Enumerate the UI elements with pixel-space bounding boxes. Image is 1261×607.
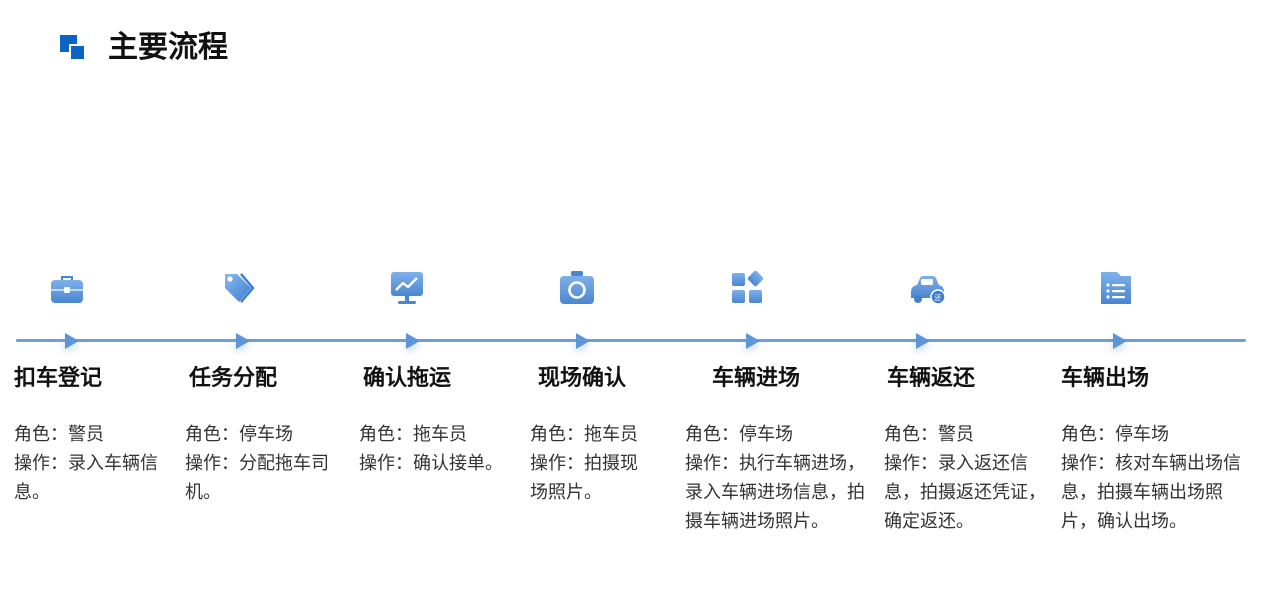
step-operation: 操作：录入车辆信息。: [14, 453, 158, 503]
monitor-chart-icon: [387, 268, 427, 308]
timeline-arrow: [406, 333, 420, 349]
step-title: 任务分配: [189, 366, 278, 391]
tag-icon: [217, 268, 257, 308]
page-title: 主要流程: [108, 30, 228, 65]
step-operation: 操作：核对车辆出场信息，拍摄车辆出场照片，确认出场。: [1061, 453, 1241, 532]
step-role: 角色：警员: [884, 424, 974, 445]
svg-text:还: 还: [935, 294, 942, 302]
step-role: 角色：停车场: [685, 424, 793, 445]
timeline-arrow: [1113, 333, 1127, 349]
timeline-arrow: [916, 333, 930, 349]
apps-grid-icon: [727, 268, 767, 308]
timeline-arrow: [65, 333, 79, 349]
timeline-arrow: [746, 333, 760, 349]
timeline-arrow: [576, 333, 590, 349]
step-operation: 操作：执行车辆进场，录入车辆进场信息，拍摄车辆进场照片。: [685, 453, 865, 532]
step-operation: 操作：分配拖车司机。: [185, 453, 329, 503]
document-list-icon: [1096, 268, 1136, 308]
camera-icon: [557, 268, 597, 308]
step-role: 角色：拖车员: [359, 424, 467, 445]
step-role: 角色：停车场: [185, 424, 293, 445]
timeline-arrow: [236, 333, 250, 349]
step-title: 现场确认: [538, 366, 627, 391]
step-role: 角色：停车场: [1061, 424, 1169, 445]
step-title: 确认拖运: [363, 366, 452, 391]
step-operation: 操作：录入返还信息，拍摄返还凭证，确定返还。: [884, 453, 1046, 532]
car-return-icon: 还: [907, 268, 947, 308]
briefcase-icon: [47, 268, 87, 308]
step-operation: 操作：拍摄现场照片。: [530, 453, 638, 503]
step-role: 角色：拖车员: [530, 424, 638, 445]
step-operation: 操作：确认接单。: [359, 453, 503, 474]
step-title: 车辆返还: [887, 366, 976, 391]
step-title: 车辆进场: [712, 366, 801, 391]
title-square-icon: [60, 35, 86, 61]
step-title: 车辆出场: [1061, 366, 1150, 391]
timeline-line: [16, 339, 1246, 342]
step-role: 角色：警员: [14, 424, 104, 445]
step-title: 扣车登记: [14, 366, 103, 391]
